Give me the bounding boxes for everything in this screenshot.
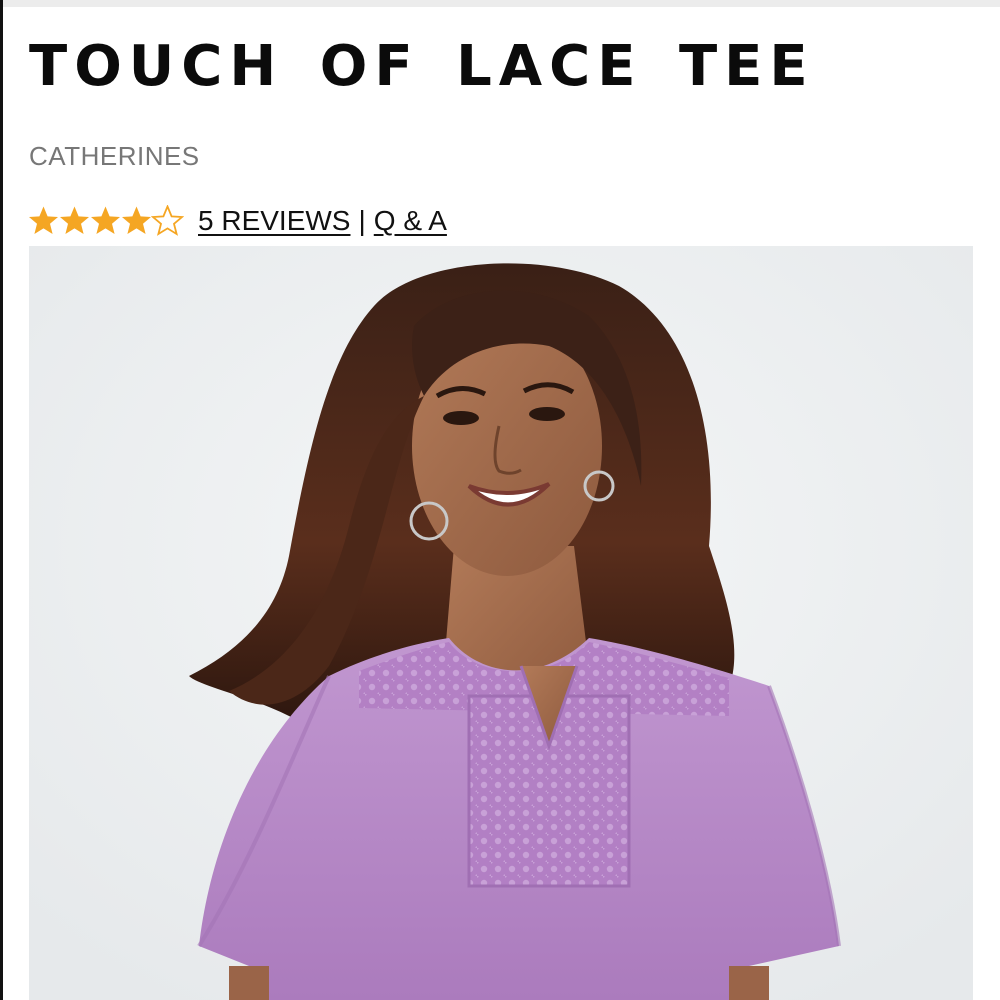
star-filled-icon (122, 206, 151, 234)
rating-separator: | (358, 205, 366, 236)
star-rating[interactable] (27, 205, 184, 237)
reviews-link[interactable]: 5 REVIEWS (198, 204, 350, 238)
rating-row: 5 REVIEWS | Q & A (27, 203, 447, 239)
star-filled-icon (29, 206, 58, 234)
star-filled-icon (60, 206, 89, 234)
star-empty-icon (151, 205, 184, 236)
header-divider (0, 0, 1000, 7)
brand-name[interactable]: CATHERINES (29, 140, 200, 172)
product-title: TOUCH OF LACE TEE (29, 34, 815, 99)
model-photo (29, 246, 973, 1000)
qa-link[interactable]: Q & A (374, 204, 447, 238)
product-page: TOUCH OF LACE TEE CATHERINES 5 REVIEWS |… (0, 0, 1000, 1000)
left-edge-rule (0, 0, 3, 1000)
star-filled-icon (91, 206, 120, 234)
product-image[interactable] (29, 246, 973, 1000)
